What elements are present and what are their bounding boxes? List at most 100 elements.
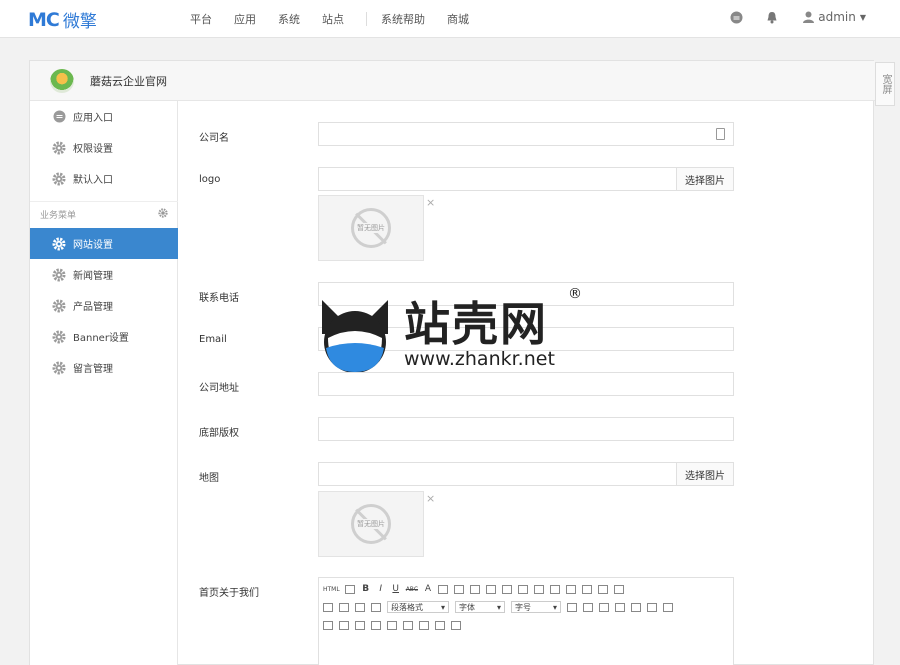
font-color-button[interactable]: A bbox=[423, 583, 433, 595]
italic-button[interactable]: I bbox=[376, 583, 386, 595]
split-cells-icon[interactable] bbox=[663, 602, 673, 612]
emoji-icon[interactable] bbox=[550, 584, 561, 594]
logo-pick-image-button[interactable]: 选择图片 bbox=[676, 167, 734, 191]
chat-icon bbox=[52, 110, 66, 124]
print-icon[interactable] bbox=[419, 620, 429, 630]
underline-button[interactable]: U bbox=[391, 583, 401, 595]
size-select[interactable]: 字号 ▾ bbox=[511, 601, 561, 613]
cell-props-icon[interactable] bbox=[355, 620, 365, 630]
sidebar-item-label: 留言管理 bbox=[73, 364, 113, 375]
top-navbar: MC 微擎 平台 应用 系统 站点 系统帮助 商城 admin ▼ bbox=[0, 0, 900, 38]
copyright-label: 底部版权 bbox=[199, 428, 239, 439]
preview-icon[interactable] bbox=[435, 620, 445, 630]
ordered-list-icon[interactable] bbox=[502, 584, 513, 594]
bell-icon[interactable] bbox=[765, 10, 779, 24]
sidebar-item-products[interactable]: 产品管理 bbox=[30, 290, 178, 321]
sidebar-group-title: 业务菜单 bbox=[40, 211, 77, 221]
sidebar-item-label: 权限设置 bbox=[73, 144, 113, 155]
video-icon[interactable] bbox=[582, 584, 593, 594]
map-pick-image-button[interactable]: 选择图片 bbox=[676, 462, 734, 486]
sidebar-item-default-entry[interactable]: 默认入口 bbox=[30, 163, 178, 194]
size-select-value: 字号 bbox=[515, 602, 531, 612]
background-color-icon[interactable] bbox=[438, 584, 449, 594]
sidebar-item-website-settings[interactable]: 网站设置 bbox=[30, 228, 178, 259]
watermark-url: www.zhankr.net bbox=[404, 348, 555, 370]
wide-screen-toggle[interactable]: 宽屏 bbox=[875, 62, 895, 106]
watermark-registered: ® bbox=[568, 286, 582, 302]
unordered-list-icon[interactable] bbox=[518, 584, 529, 594]
table-props-icon[interactable] bbox=[371, 620, 381, 630]
user-icon bbox=[803, 11, 815, 23]
align-right-icon[interactable] bbox=[486, 584, 497, 594]
bold-button[interactable]: B bbox=[361, 583, 371, 595]
anchor-icon[interactable] bbox=[403, 620, 413, 630]
top-nav: 平台 应用 系统 站点 系统帮助 商城 bbox=[190, 11, 491, 27]
editor-toolbar-row-2: 段落格式 ▾ 字体 ▾ 字号 ▾ bbox=[323, 599, 679, 615]
chevron-down-icon: ▾ bbox=[496, 602, 501, 612]
editor-toolbar-row-1: HTML B I U ABC A bbox=[323, 581, 630, 597]
nav-apps[interactable]: 应用 bbox=[234, 11, 256, 27]
gear-icon bbox=[52, 268, 66, 282]
row-spacing-top-icon[interactable] bbox=[323, 602, 333, 612]
no-image-icon: 暂无图片 bbox=[351, 504, 391, 544]
gear-icon bbox=[52, 299, 66, 313]
nav-system[interactable]: 系统 bbox=[278, 11, 300, 27]
site-logo-icon bbox=[50, 68, 74, 93]
line-height-icon[interactable] bbox=[355, 602, 365, 612]
rich-text-editor[interactable]: HTML B I U ABC A 段落格式 ▾ 字体 ▾ 字号 ▾ bbox=[318, 577, 734, 665]
paste-icon[interactable] bbox=[451, 620, 461, 630]
brand-name: 微擎 bbox=[62, 12, 97, 32]
gear-icon bbox=[52, 237, 66, 251]
paragraph-select[interactable]: 段落格式 ▾ bbox=[387, 601, 449, 613]
nav-platform[interactable]: 平台 bbox=[190, 11, 212, 27]
align-left-icon[interactable] bbox=[454, 584, 465, 594]
insert-col-icon[interactable] bbox=[599, 602, 609, 612]
sidebar-item-news[interactable]: 新闻管理 bbox=[30, 259, 178, 290]
merge-cells-icon[interactable] bbox=[647, 602, 657, 612]
table-icon[interactable] bbox=[567, 602, 577, 612]
eraser-icon[interactable] bbox=[614, 584, 625, 594]
align-center-icon[interactable] bbox=[470, 584, 481, 594]
image-icon[interactable] bbox=[566, 584, 577, 594]
cell-align-icon[interactable] bbox=[339, 620, 349, 630]
insert-row-icon[interactable] bbox=[583, 602, 593, 612]
indent-icon[interactable] bbox=[371, 602, 381, 612]
map-remove-button[interactable]: × bbox=[426, 492, 435, 505]
nav-store[interactable]: 商城 bbox=[447, 11, 469, 27]
sidebar-group-business: 业务菜单 bbox=[30, 201, 178, 227]
fullscreen-icon[interactable] bbox=[344, 584, 355, 594]
map-label: 地图 bbox=[199, 473, 219, 484]
logo-input[interactable]: 选择图片 bbox=[318, 167, 734, 191]
sidebar-item-banner[interactable]: Banner设置 bbox=[30, 321, 178, 352]
message-icon[interactable] bbox=[729, 10, 743, 24]
nav-site[interactable]: 站点 bbox=[322, 11, 344, 27]
sidebar-item-app-entry[interactable]: 应用入口 bbox=[30, 101, 178, 132]
company-name-input[interactable] bbox=[318, 122, 734, 146]
brand-logo[interactable]: MC 微擎 bbox=[28, 7, 97, 33]
user-menu[interactable]: admin ▼ bbox=[803, 10, 866, 24]
clipboard-icon bbox=[716, 128, 725, 140]
panel-header: 蘑菇云企业官网 bbox=[30, 61, 875, 101]
sidebar-item-permissions[interactable]: 权限设置 bbox=[30, 132, 178, 163]
sidebar-item-messages[interactable]: 留言管理 bbox=[30, 352, 178, 383]
placeholder-image-text: 暂无图片 bbox=[357, 519, 385, 529]
delete-col-icon[interactable] bbox=[631, 602, 641, 612]
nav-help[interactable]: 系统帮助 bbox=[381, 11, 425, 27]
link-icon[interactable] bbox=[598, 584, 609, 594]
logo-preview: 暂无图片 bbox=[318, 195, 424, 261]
copyright-input[interactable] bbox=[318, 417, 734, 441]
source-button[interactable]: HTML bbox=[323, 583, 340, 595]
font-select-value: 字体 bbox=[459, 602, 475, 612]
gear-icon bbox=[52, 330, 66, 344]
sort-icon[interactable] bbox=[387, 620, 397, 630]
map-input[interactable]: 选择图片 bbox=[318, 462, 734, 486]
logo-remove-button[interactable]: × bbox=[426, 196, 435, 209]
row-spacing-bottom-icon[interactable] bbox=[339, 602, 349, 612]
quote-icon[interactable] bbox=[534, 584, 545, 594]
strikethrough-button[interactable]: ABC bbox=[406, 583, 418, 595]
border-icon[interactable] bbox=[323, 620, 333, 630]
font-select[interactable]: 字体 ▾ bbox=[455, 601, 505, 613]
group-settings-icon[interactable] bbox=[158, 208, 168, 221]
delete-row-icon[interactable] bbox=[615, 602, 625, 612]
chevron-down-icon: ▾ bbox=[440, 602, 445, 612]
